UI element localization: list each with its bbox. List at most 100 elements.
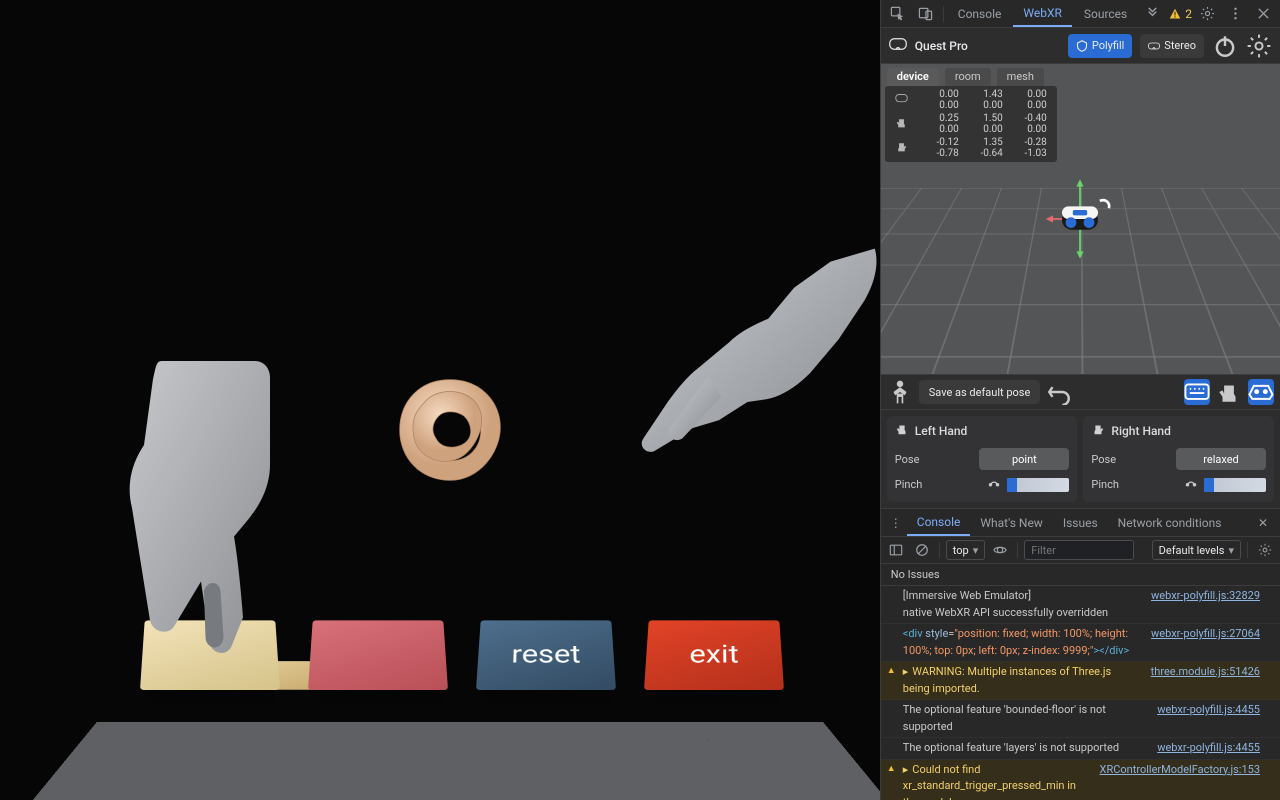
scene-torus-knot: [380, 360, 520, 500]
pose-val: 0.25: [915, 113, 959, 124]
webxr-3d-viewport[interactable]: reset exit: [0, 0, 880, 800]
clear-console-icon[interactable]: [911, 539, 933, 561]
log-row: The optional feature 'layers' is not sup…: [881, 738, 1280, 760]
headset-icon: [889, 37, 907, 54]
pose-action-bar: Save as default pose: [881, 374, 1280, 410]
hand-icon: [895, 422, 909, 439]
pose-val: 0.00: [1003, 124, 1047, 135]
person-pose-icon: [887, 379, 913, 405]
stereo-button[interactable]: Stereo: [1140, 34, 1204, 58]
code-token: <div: [903, 627, 926, 640]
stereo-label: Stereo: [1164, 39, 1196, 52]
log-row: <div style="position: fixed; width: 100%…: [881, 624, 1280, 662]
log-message: The optional feature 'layers' is not sup…: [903, 740, 1147, 757]
drawer-close-icon[interactable]: ✕: [1250, 516, 1276, 530]
drawer-tab-whatsnew[interactable]: What's New: [970, 509, 1052, 536]
tab-webxr-label: WebXR: [1023, 6, 1061, 20]
controller-toggle-icon[interactable]: [1248, 379, 1274, 405]
log-text: Could not find xr_standard_trigger_press…: [903, 763, 1079, 800]
save-pose-label: Save as default pose: [929, 386, 1031, 399]
hand-icon: [1091, 422, 1105, 439]
live-expr-icon[interactable]: [989, 539, 1011, 561]
more-tabs-icon[interactable]: [1139, 1, 1165, 27]
scene-button-reset-label: reset: [511, 640, 581, 669]
log-row: [Immersive Web Emulator] native WebXR AP…: [881, 586, 1280, 624]
more-menu-icon[interactable]: [1222, 1, 1248, 27]
drawer-tabstrip: ⋮ Console What's New Issues Network cond…: [881, 508, 1280, 536]
log-message: <div style="position: fixed; width: 100%…: [903, 626, 1141, 659]
right-hand-title: Right Hand: [1111, 424, 1170, 438]
drawer-tab-console[interactable]: Console: [907, 509, 971, 536]
drawer-tab-issues-label: Issues: [1063, 516, 1098, 530]
hand-toggle-icon[interactable]: [1216, 379, 1242, 405]
log-source-link[interactable]: webxr-polyfill.js:32829: [1141, 588, 1260, 621]
left-pose-value: point: [1012, 453, 1037, 466]
expand-caret-icon[interactable]: ▸: [903, 763, 909, 776]
pose-val: -0.64: [959, 148, 1003, 159]
drawer-more-icon[interactable]: ⋮: [885, 516, 907, 530]
hand-panels: Left Hand Posepoint Pinch Right Hand Pos…: [881, 410, 1280, 508]
console-settings-icon[interactable]: [1254, 539, 1276, 561]
no-issues-text: No Issues: [891, 568, 940, 581]
pose-val: -0.40: [1003, 113, 1047, 124]
tab-sources[interactable]: Sources: [1074, 0, 1137, 27]
scene-button-reset[interactable]: reset: [476, 620, 616, 690]
close-devtools-icon[interactable]: [1250, 1, 1276, 27]
console-toolbar: top ▾ Default levels ▾: [881, 536, 1280, 564]
log-source-link[interactable]: webxr-polyfill.js:27064: [1141, 626, 1260, 659]
log-source-link[interactable]: webxr-polyfill.js:4455: [1147, 740, 1260, 757]
expand-caret-icon[interactable]: ▸: [903, 665, 909, 678]
settings-gear-icon[interactable]: [1194, 1, 1220, 27]
view-tab-room[interactable]: room: [945, 68, 991, 87]
power-icon[interactable]: [1212, 33, 1238, 59]
tab-webxr[interactable]: WebXR: [1013, 0, 1071, 27]
context-select[interactable]: top ▾: [946, 540, 985, 560]
warnings-badge[interactable]: 2: [1169, 7, 1192, 21]
view-tab-room-label: room: [955, 70, 981, 83]
log-source-link[interactable]: webxr-polyfill.js:4455: [1147, 702, 1260, 735]
pinch-icon: [1184, 476, 1198, 493]
left-pose-select[interactable]: point: [979, 448, 1069, 470]
view-tab-device[interactable]: device: [887, 68, 939, 87]
pose-val: -0.28: [1003, 137, 1047, 148]
polyfill-label: Polyfill: [1092, 39, 1124, 52]
pinch-label: Pinch: [895, 478, 923, 491]
left-hand-title: Left Hand: [915, 424, 968, 438]
code-token: ></div>: [1093, 644, 1129, 657]
log-levels-select[interactable]: Default levels ▾: [1152, 540, 1241, 560]
log-levels-label: Default levels: [1159, 544, 1225, 557]
drawer-tab-issues[interactable]: Issues: [1053, 509, 1108, 536]
xr-settings-icon[interactable]: [1246, 33, 1272, 59]
inspect-element-icon[interactable]: [885, 1, 911, 27]
emulator-headset-gizmo[interactable]: [1035, 174, 1125, 264]
filter-input[interactable]: [1024, 540, 1134, 560]
right-pose-value: relaxed: [1203, 453, 1239, 466]
sidebar-toggle-icon[interactable]: [885, 539, 907, 561]
tab-console[interactable]: Console: [948, 0, 1012, 27]
undo-icon[interactable]: [1046, 379, 1072, 405]
view-tab-device-label: device: [897, 70, 929, 83]
log-source-link[interactable]: XRControllerModelFactory.js:153: [1090, 762, 1260, 800]
drawer-tab-netcond[interactable]: Network conditions: [1108, 509, 1232, 536]
log-message: The optional feature 'bounded-floor' is …: [903, 702, 1147, 735]
device-toolbar-icon[interactable]: [913, 1, 939, 27]
console-body[interactable]: [Immersive Web Emulator] native WebXR AP…: [881, 586, 1280, 800]
webxr-header: Quest Pro Polyfill Stereo: [881, 28, 1280, 64]
scene-button-exit[interactable]: exit: [644, 620, 784, 690]
scene-button-2[interactable]: [308, 620, 448, 690]
log-source-link[interactable]: three.module.js:51426: [1141, 664, 1260, 697]
right-pose-select[interactable]: relaxed: [1176, 448, 1266, 470]
left-pinch-slider[interactable]: [1007, 478, 1069, 492]
polyfill-button[interactable]: Polyfill: [1068, 34, 1132, 58]
hand-icon: [895, 140, 911, 156]
view-tab-mesh[interactable]: mesh: [997, 68, 1044, 87]
save-pose-button[interactable]: Save as default pose: [919, 380, 1041, 404]
pose-val: 0.00: [959, 124, 1003, 135]
right-pinch-slider[interactable]: [1204, 478, 1266, 492]
log-message: [Immersive Web Emulator] native WebXR AP…: [903, 588, 1141, 621]
hand-icon: [895, 116, 911, 132]
pose-val: 0.00: [1003, 100, 1047, 111]
context-value: top: [953, 544, 969, 557]
keyboard-icon[interactable]: [1184, 379, 1210, 405]
view-tab-mesh-label: mesh: [1007, 70, 1034, 83]
